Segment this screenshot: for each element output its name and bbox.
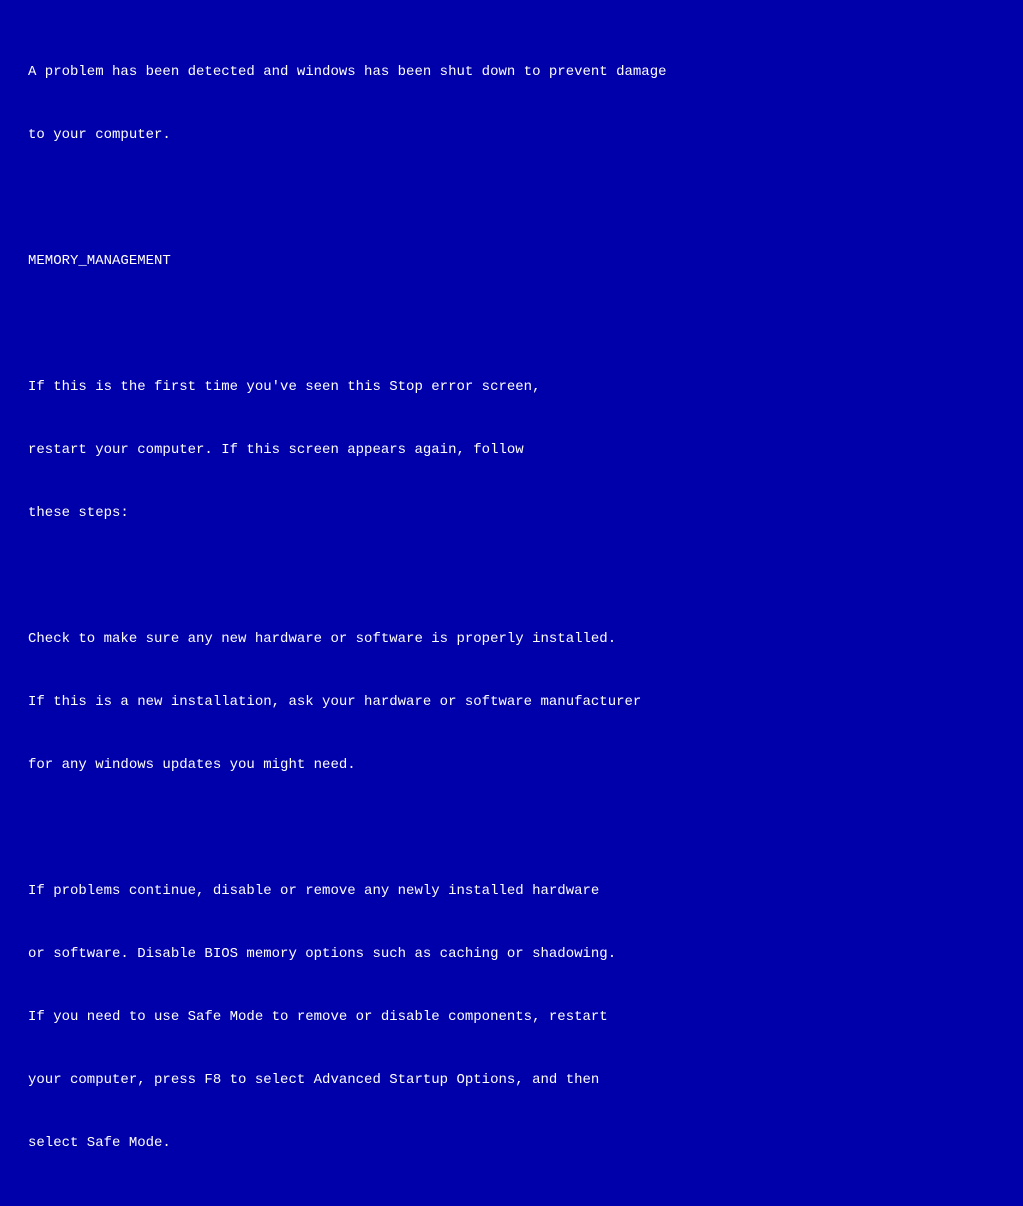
bsod-error-code: MEMORY_MANAGEMENT — [28, 251, 995, 272]
bsod-spacer-3 — [28, 566, 995, 587]
bsod-line-3: If this is the first time you've seen th… — [28, 377, 995, 398]
bsod-line-13: select Safe Mode. — [28, 1133, 995, 1154]
bsod-spacer-5 — [28, 1196, 995, 1206]
bsod-line-4: restart your computer. If this screen ap… — [28, 440, 995, 461]
bsod-spacer-4 — [28, 818, 995, 839]
bsod-screen: A problem has been detected and windows … — [0, 0, 1023, 603]
bsod-line-12: your computer, press F8 to select Advanc… — [28, 1070, 995, 1091]
bsod-line-6: Check to make sure any new hardware or s… — [28, 629, 995, 650]
bsod-line-10: or software. Disable BIOS memory options… — [28, 944, 995, 965]
bsod-line-2: to your computer. — [28, 125, 995, 146]
bsod-line-7: If this is a new installation, ask your … — [28, 692, 995, 713]
bsod-line-1: A problem has been detected and windows … — [28, 62, 995, 83]
bsod-line-5: these steps: — [28, 503, 995, 524]
bsod-line-11: If you need to use Safe Mode to remove o… — [28, 1007, 995, 1028]
bsod-spacer-1 — [28, 188, 995, 209]
bsod-line-8: for any windows updates you might need. — [28, 755, 995, 776]
bsod-line-9: If problems continue, disable or remove … — [28, 881, 995, 902]
bsod-spacer-2 — [28, 314, 995, 335]
